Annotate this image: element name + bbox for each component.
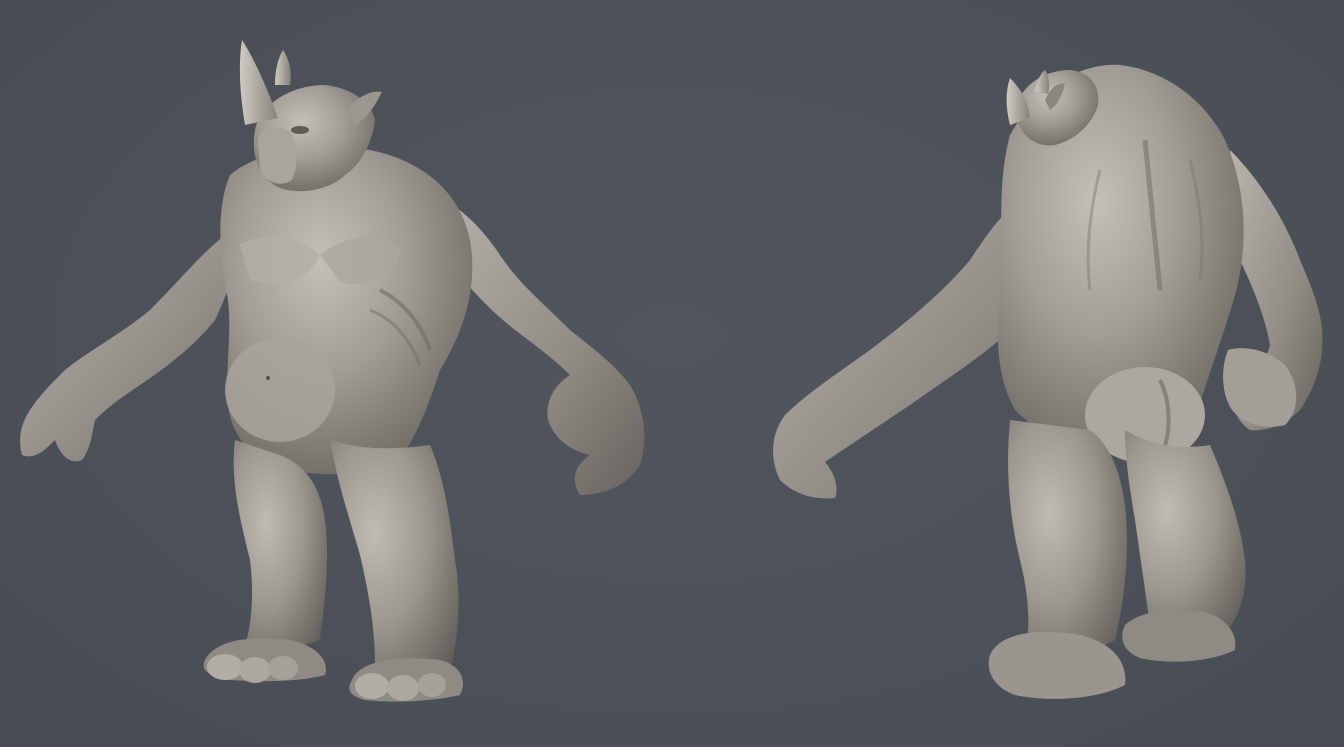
- figure-second-horn: [275, 50, 291, 85]
- front-three-quarter-view: [20, 40, 645, 702]
- back-figure-right-leg: [1125, 430, 1246, 633]
- back-figure-left-leg: [1008, 420, 1127, 653]
- sculpt-render: [20, 40, 1323, 702]
- back-three-quarter-view: [773, 64, 1323, 699]
- figure-right-leg: [330, 440, 459, 673]
- sculpt-viewport: [0, 0, 1344, 747]
- figure-left-arm: [20, 235, 240, 462]
- figure-main-horn: [239, 40, 278, 125]
- figure-belly: [225, 338, 335, 442]
- back-figure-right-foot: [1122, 610, 1236, 662]
